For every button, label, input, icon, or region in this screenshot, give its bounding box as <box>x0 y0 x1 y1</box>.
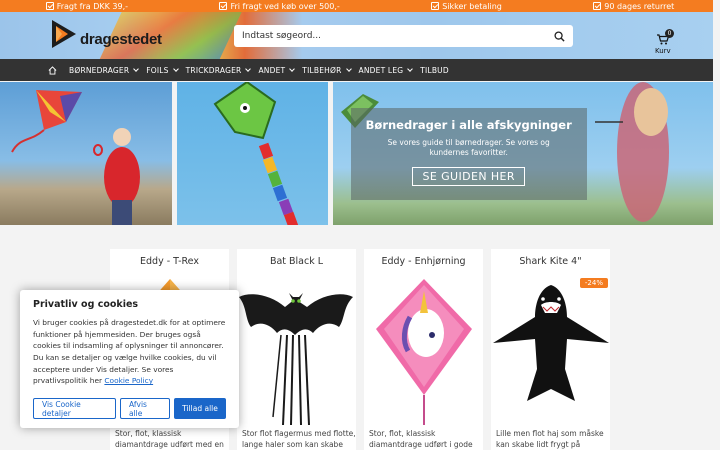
checkbox-icon <box>45 2 54 10</box>
cart-label: Kurv <box>655 47 671 55</box>
product-name[interactable]: Bat Black L <box>237 249 356 267</box>
cookie-buttons: Vis Cookie detaljer Afvis alle Tillad al… <box>33 398 226 419</box>
product-image[interactable] <box>491 277 610 425</box>
nav-item-trickdrager[interactable]: TRICKDRAGER <box>186 66 252 75</box>
chevron-down-icon <box>289 66 296 72</box>
logo-text: dragestedet <box>80 31 162 48</box>
cart-button[interactable]: 0 Kurv <box>655 29 674 55</box>
product-card[interactable]: Shark Kite 4" -24% Lille men flot haj so… <box>491 249 610 450</box>
snake-kite-illustration <box>213 82 298 225</box>
usp-item: Sikker betaling <box>431 2 502 11</box>
product-name[interactable]: Shark Kite 4" <box>491 249 610 267</box>
nav-item-andet[interactable]: ANDET <box>258 66 296 75</box>
cookie-policy-link[interactable]: Cookie Policy <box>104 376 153 385</box>
usp-item: 90 dages returret <box>593 2 674 11</box>
nav-item-boernedrager[interactable]: BØRNEDRAGER <box>69 66 140 75</box>
kite-photo-illustration <box>11 90 140 225</box>
hero-image-child-kite <box>0 82 172 225</box>
cart-count-badge: 0 <box>665 29 674 38</box>
main-nav: BØRNEDRAGER FOILS TRICKDRAGER ANDET TILB… <box>0 59 720 81</box>
chevron-down-icon <box>407 66 414 72</box>
product-image[interactable] <box>364 277 483 425</box>
hero-image-girl-kite: Børnedrager i alle afskygninger Se vores… <box>332 82 713 225</box>
page-scrollbar[interactable] <box>713 0 720 450</box>
product-name[interactable]: Eddy - T-Rex <box>110 249 229 267</box>
chevron-down-icon <box>245 66 252 72</box>
chevron-down-icon <box>133 66 140 72</box>
hero-image-snake-kite <box>176 82 328 225</box>
hero-text: Se vores guide til børnedrager. Se vores… <box>387 138 550 158</box>
hero-banner[interactable]: Børnedrager i alle afskygninger Se vores… <box>0 82 713 225</box>
reject-all-button[interactable]: Afvis alle <box>120 398 170 419</box>
hero-text-box: Børnedrager i alle afskygninger Se vores… <box>350 108 587 200</box>
usp-bar: Fragt fra DKK 39,- Fri fragt ved køb ove… <box>0 0 720 12</box>
hero-title: Børnedrager i alle afskygninger <box>365 118 572 132</box>
product-image[interactable] <box>237 277 356 425</box>
usp-item: Fri fragt ved køb over 500,- <box>219 2 340 11</box>
search-input[interactable] <box>242 31 554 41</box>
search-icon[interactable] <box>554 30 565 42</box>
chevron-down-icon <box>345 66 352 72</box>
product-description: Lille men flot haj som måske kan skabe l… <box>496 429 604 449</box>
show-cookie-details-button[interactable]: Vis Cookie detaljer <box>33 398 116 419</box>
allow-all-button[interactable]: Tillad alle <box>174 398 226 419</box>
product-card[interactable]: Bat Black L Stor flot flagermus med flot… <box>237 249 356 450</box>
product-card[interactable]: Eddy - Enhjørning Stor, flot, klassisk d… <box>364 249 483 450</box>
nav-item-tilbud[interactable]: TILBUD <box>420 66 449 75</box>
usp-item: Fragt fra DKK 39,- <box>45 2 128 11</box>
site-logo[interactable]: dragestedet <box>50 18 162 50</box>
product-description: Stor flot flagermus med flotte, lange ha… <box>242 429 356 449</box>
product-description: Stor, flot, klassisk diamantdrage udført… <box>115 429 224 449</box>
product-name[interactable]: Eddy - Enhjørning <box>364 249 483 267</box>
chevron-down-icon <box>172 66 179 72</box>
search-box[interactable] <box>234 25 573 47</box>
see-guide-button[interactable]: SE GUIDEN HER <box>412 167 525 187</box>
home-icon[interactable] <box>48 65 57 75</box>
nav-item-foils[interactable]: FOILS <box>146 66 179 75</box>
logo-kite-icon <box>52 20 76 48</box>
cookie-consent-dialog: Privatliv og cookies Vi bruger cookies p… <box>20 290 239 428</box>
nav-item-tilbehoer[interactable]: TILBEHØR <box>302 66 352 75</box>
nav-item-andet-leg[interactable]: ANDET LEG <box>359 66 414 75</box>
checkbox-icon <box>219 2 228 10</box>
site-header: dragestedet 0 Kurv <box>0 12 720 59</box>
checkbox-icon <box>431 2 440 10</box>
product-description: Stor, flot, klassisk diamantdrage udført… <box>369 429 473 449</box>
cookie-text: Vi bruger cookies på dragestedet.dk for … <box>33 318 226 386</box>
cookie-title: Privatliv og cookies <box>33 299 139 310</box>
checkbox-icon <box>593 2 602 10</box>
